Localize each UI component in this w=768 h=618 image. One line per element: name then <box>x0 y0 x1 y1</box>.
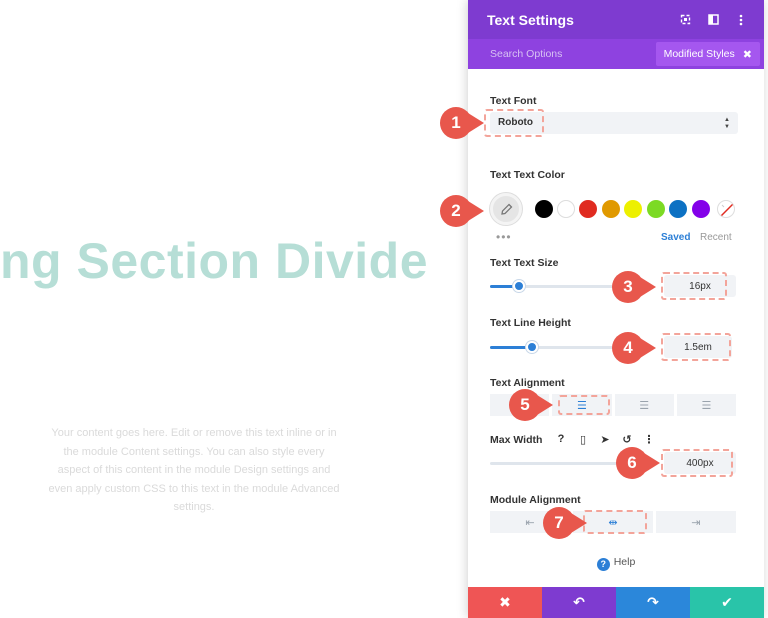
close-icon[interactable]: ✖ <box>743 48 752 61</box>
save-button[interactable]: ✔ <box>690 587 764 618</box>
help-label: Help <box>613 556 636 568</box>
swatch-orange[interactable] <box>602 200 620 218</box>
align-justify-icon[interactable]: ☰ <box>676 394 736 416</box>
swatch-white[interactable] <box>557 200 575 218</box>
swatch-blue[interactable] <box>669 200 687 218</box>
callout-marker-2: 2 <box>438 193 484 229</box>
size-highlight <box>661 272 727 300</box>
alignment-highlight <box>558 395 610 415</box>
callout-number: 2 <box>451 201 461 220</box>
module-right-icon[interactable]: ⇥ <box>656 511 736 533</box>
swatch-yellow[interactable] <box>624 200 642 218</box>
callout-number: 5 <box>520 395 530 414</box>
text-font-label: Text Font <box>490 95 537 107</box>
recent-colors-tab[interactable]: Recent <box>700 232 732 243</box>
text-size-label: Text Text Size <box>490 257 559 269</box>
cursor-icon[interactable]: ➤ <box>596 431 614 447</box>
swatch-black[interactable] <box>535 200 553 218</box>
content-text: Your content goes here. Edit or remove t… <box>48 427 340 513</box>
callout-marker-6: 6 <box>614 445 660 481</box>
align-right-icon[interactable]: ☰ <box>614 394 674 416</box>
max-width-highlight <box>661 449 733 477</box>
module-alignment-highlight <box>583 510 647 534</box>
color-picker-button[interactable] <box>490 193 522 225</box>
swatch-red[interactable] <box>579 200 597 218</box>
font-highlight <box>484 109 544 137</box>
swatch-purple[interactable] <box>692 200 710 218</box>
modified-styles-label: Modified Styles <box>663 48 735 60</box>
modified-styles-button[interactable]: Modified Styles ✖ <box>655 42 760 66</box>
modal-footer: ✖ ↶ ↷ ✔ <box>468 587 764 618</box>
modal-header: Text Settings <box>468 0 764 39</box>
help-icon: ? <box>596 558 610 571</box>
callout-number: 7 <box>554 513 564 532</box>
swatch-green[interactable] <box>647 200 665 218</box>
saved-colors-tab[interactable]: Saved <box>661 232 690 243</box>
slider-handle[interactable] <box>525 341 538 353</box>
slider-handle[interactable] <box>512 280 525 292</box>
select-arrows-icon: ▲▼ <box>724 117 730 130</box>
redo-button[interactable]: ↷ <box>616 587 690 618</box>
callout-marker-3: 3 <box>610 269 656 305</box>
help-icon[interactable]: ? <box>552 431 570 447</box>
callout-marker-7: 7 <box>541 505 587 541</box>
callout-marker-1: 1 <box>438 105 484 141</box>
options-bar: Search Options Modified Styles ✖ <box>468 39 764 69</box>
callout-marker-5: 5 <box>507 387 553 423</box>
max-width-label: Max Width <box>490 434 543 446</box>
callout-number: 3 <box>623 277 633 296</box>
callout-marker-4: 4 <box>610 330 656 366</box>
callout-number: 1 <box>451 113 461 132</box>
modal-title: Text Settings <box>487 11 574 28</box>
callout-number: 4 <box>623 338 633 357</box>
more-vertical-icon[interactable] <box>730 14 752 26</box>
line-height-label: Text Line Height <box>490 317 571 329</box>
sidebar-icon[interactable] <box>702 14 724 25</box>
undo-button[interactable]: ↶ <box>542 587 616 618</box>
callout-number: 6 <box>627 453 637 472</box>
search-options-input[interactable]: Search Options <box>490 48 656 60</box>
more-colors-icon[interactable]: ••• <box>496 230 512 244</box>
help-link[interactable]: ? Help <box>468 556 764 571</box>
text-color-label: Text Text Color <box>490 169 565 181</box>
settings-modal: Text Settings Search Options Modified St… <box>468 0 764 618</box>
line-height-highlight <box>661 333 731 361</box>
section-heading: ng Section Divide <box>0 233 429 289</box>
eyedropper-icon <box>500 203 512 215</box>
fullscreen-icon[interactable] <box>674 14 696 25</box>
swatch-transparent[interactable] <box>717 200 735 218</box>
phone-icon[interactable]: ▯ <box>574 431 592 447</box>
cancel-button[interactable]: ✖ <box>468 587 542 618</box>
